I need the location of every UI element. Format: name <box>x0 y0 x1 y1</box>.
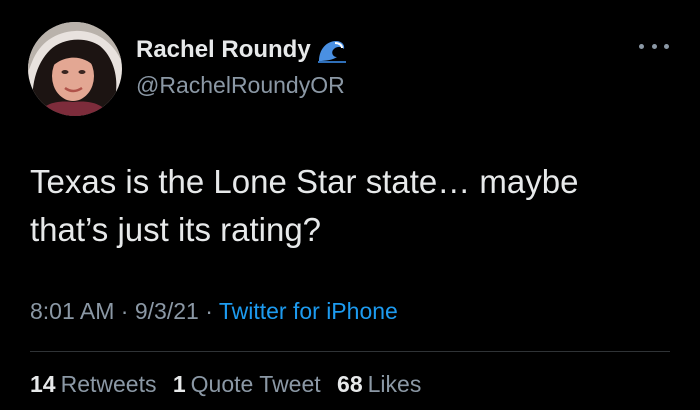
likes-stat[interactable]: 68 Likes <box>337 371 421 397</box>
meta-separator: · <box>205 298 213 324</box>
tweet-text-line: that’s just its rating? <box>30 211 322 248</box>
tweet-card: Rachel Roundy @RachelRoundyOR Texas is t… <box>0 0 700 410</box>
wave-emoji-icon <box>317 37 347 63</box>
author-name: Rachel Roundy <box>136 36 311 63</box>
more-dot-icon <box>664 43 669 49</box>
divider <box>30 351 670 352</box>
tweet-text-line: Texas is the Lone Star state… maybe <box>30 163 579 200</box>
retweets-count: 14 <box>30 371 56 397</box>
more-options-button[interactable] <box>639 38 669 54</box>
more-dot-icon <box>639 43 644 49</box>
tweet-time[interactable]: 8:01 AM <box>30 298 114 324</box>
retweets-stat[interactable]: 14 Retweets <box>30 371 156 397</box>
tweet-meta: 8:01 AM · 9/3/21 · Twitter for iPhone <box>30 298 398 325</box>
tweet-stats: 14 Retweets 1 Quote Tweet 68 Likes <box>30 371 431 398</box>
tweet-date[interactable]: 9/3/21 <box>135 298 199 324</box>
author-handle[interactable]: @RachelRoundyOR <box>136 72 345 99</box>
more-dot-icon <box>651 43 657 49</box>
quote-tweets-count: 1 <box>172 371 186 397</box>
meta-separator: · <box>120 298 129 324</box>
tweet-source-link[interactable]: Twitter for iPhone <box>219 298 398 324</box>
likes-count: 68 <box>337 371 363 397</box>
likes-label: Likes <box>367 371 422 397</box>
avatar[interactable] <box>28 22 122 116</box>
author-name-row[interactable]: Rachel Roundy <box>136 36 347 64</box>
quote-tweets-label: Quote Tweet <box>190 371 321 397</box>
retweets-label: Retweets <box>60 371 157 397</box>
quote-tweets-stat[interactable]: 1 Quote Tweet <box>173 371 321 397</box>
tweet-text: Texas is the Lone Star state… maybe that… <box>30 158 670 254</box>
